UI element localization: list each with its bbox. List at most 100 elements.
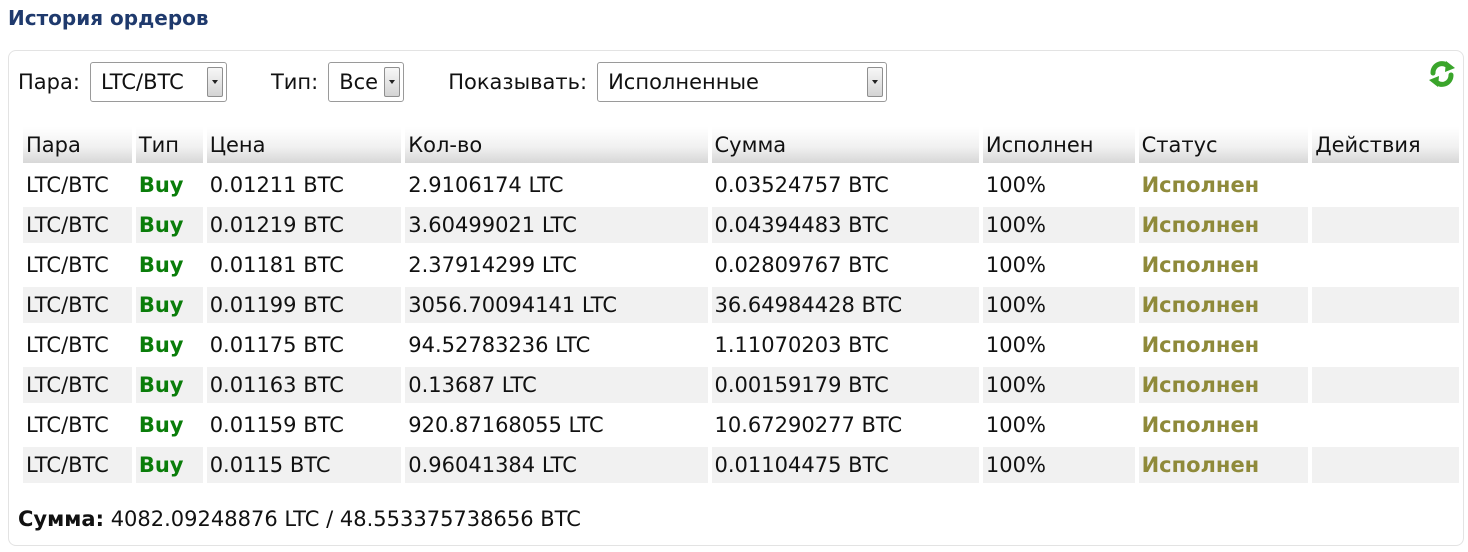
cell-status: Исполнен xyxy=(1141,173,1260,197)
table-row: LTC/BTC Buy 0.01163 BTC 0.13687 LTC 0.00… xyxy=(23,367,1459,403)
cell-status: Исполнен xyxy=(1138,287,1309,323)
cell-amount: 2.9106174 LTC xyxy=(408,173,564,197)
cell-actions xyxy=(1312,447,1459,483)
cell-amount: 2.37914299 LTC xyxy=(408,253,577,277)
cell-price: 0.01175 BTC xyxy=(209,333,344,357)
column-header-price[interactable]: Цена xyxy=(206,127,402,163)
cell-status: Исполнен xyxy=(1138,367,1309,403)
cell-price: 0.0115 BTC xyxy=(206,447,402,483)
cell-pair: LTC/BTC xyxy=(26,173,109,197)
filter-bar: Пара: LTC/BTC Тип: Все Показывать: Испол… xyxy=(18,61,888,103)
cell-pair: LTC/BTC xyxy=(23,367,132,403)
table-row: LTC/BTC Buy 0.01181 BTC 2.37914299 LTC 0… xyxy=(23,247,1459,283)
total-label: Сумма: xyxy=(18,507,104,531)
cell-type: Buy xyxy=(135,447,203,483)
table-row: LTC/BTC Buy 0.01219 BTC 3.60499021 LTC 0… xyxy=(23,207,1459,243)
cell-amount: 0.96041384 LTC xyxy=(405,447,708,483)
cell-actions xyxy=(1312,367,1459,403)
orders-table: Пара Тип Цена Кол-во Сумма Исполнен Стат… xyxy=(19,123,1463,487)
refresh-icon[interactable] xyxy=(1427,59,1457,89)
cell-amount: 3.60499021 LTC xyxy=(405,207,708,243)
cell-total: 0.04394483 BTC xyxy=(711,207,979,243)
cell-price: 0.01159 BTC xyxy=(209,413,344,437)
cell-status: Исполнен xyxy=(1141,413,1260,437)
cell-pair: LTC/BTC xyxy=(26,413,109,437)
column-header-amount[interactable]: Кол-во xyxy=(405,127,708,163)
cell-total: 0.01104475 BTC xyxy=(711,447,979,483)
cell-filled: 100% xyxy=(982,287,1135,323)
cell-total: 0.00159179 BTC xyxy=(711,367,979,403)
cell-status: Исполнен xyxy=(1138,447,1309,483)
page-title: История ордеров xyxy=(8,6,209,30)
cell-filled: 100% xyxy=(985,333,1046,357)
column-header-filled[interactable]: Исполнен xyxy=(982,127,1135,163)
cell-actions xyxy=(1312,247,1459,283)
column-header-actions[interactable]: Действия xyxy=(1312,127,1459,163)
cell-actions xyxy=(1312,167,1459,203)
cell-type: Buy xyxy=(135,287,203,323)
cell-price: 0.01163 BTC xyxy=(206,367,402,403)
cell-type: Buy xyxy=(138,253,184,277)
cell-amount: 94.52783236 LTC xyxy=(408,333,591,357)
show-filter-label: Показывать: xyxy=(448,70,588,94)
type-filter-label: Тип: xyxy=(270,70,319,94)
total-value: 4082.09248876 LTC / 48.553375738656 BTC xyxy=(110,507,581,531)
cell-total: 36.64984428 BTC xyxy=(711,287,979,323)
cell-type: Buy xyxy=(138,333,184,357)
table-row: LTC/BTC Buy 0.01199 BTC 3056.70094141 LT… xyxy=(23,287,1459,323)
cell-pair: LTC/BTC xyxy=(23,447,132,483)
cell-price: 0.01219 BTC xyxy=(206,207,402,243)
cell-total: 0.02809767 BTC xyxy=(714,253,889,277)
column-header-total[interactable]: Сумма xyxy=(711,127,979,163)
cell-filled: 100% xyxy=(985,413,1046,437)
cell-price: 0.01211 BTC xyxy=(209,173,344,197)
table-row: LTC/BTC Buy 0.0115 BTC 0.96041384 LTC 0.… xyxy=(23,447,1459,483)
orders-panel: Пара: LTC/BTC Тип: Все Показывать: Испол… xyxy=(8,50,1464,546)
cell-type: Buy xyxy=(135,367,203,403)
cell-status: Исполнен xyxy=(1141,333,1260,357)
table-header-row: Пара Тип Цена Кол-во Сумма Исполнен Стат… xyxy=(23,127,1459,163)
column-header-pair[interactable]: Пара xyxy=(23,127,132,163)
cell-amount: 920.87168055 LTC xyxy=(408,413,604,437)
cell-filled: 100% xyxy=(982,207,1135,243)
cell-type: Buy xyxy=(135,207,203,243)
cell-actions xyxy=(1312,207,1459,243)
pair-select[interactable]: LTC/BTC xyxy=(89,62,227,102)
cell-total: 0.03524757 BTC xyxy=(714,173,889,197)
column-header-type[interactable]: Тип xyxy=(135,127,203,163)
cell-actions xyxy=(1312,407,1459,443)
cell-pair: LTC/BTC xyxy=(26,333,109,357)
cell-status: Исполнен xyxy=(1141,253,1260,277)
cell-filled: 100% xyxy=(985,173,1046,197)
column-header-status[interactable]: Статус xyxy=(1138,127,1309,163)
cell-price: 0.01181 BTC xyxy=(209,253,344,277)
orders-total: Сумма: 4082.09248876 LTC / 48.5533757386… xyxy=(18,507,581,531)
type-select-value: Все xyxy=(339,70,379,94)
cell-filled: 100% xyxy=(985,253,1046,277)
cell-filled: 100% xyxy=(982,447,1135,483)
cell-pair: LTC/BTC xyxy=(26,253,109,277)
cell-filled: 100% xyxy=(982,367,1135,403)
chevron-down-icon[interactable] xyxy=(384,67,401,97)
cell-status: Исполнен xyxy=(1138,207,1309,243)
cell-total: 10.67290277 BTC xyxy=(714,413,903,437)
cell-pair: LTC/BTC xyxy=(23,207,132,243)
chevron-down-icon[interactable] xyxy=(867,67,884,97)
show-select[interactable]: Исполненные xyxy=(597,62,888,102)
cell-actions xyxy=(1312,327,1459,363)
cell-type: Buy xyxy=(138,413,184,437)
table-row: LTC/BTC Buy 0.01159 BTC 920.87168055 LTC… xyxy=(23,407,1459,443)
cell-amount: 0.13687 LTC xyxy=(405,367,708,403)
type-select[interactable]: Все xyxy=(328,62,405,102)
cell-actions xyxy=(1312,287,1459,323)
cell-price: 0.01199 BTC xyxy=(206,287,402,323)
show-select-value: Исполненные xyxy=(608,70,759,94)
pair-filter-label: Пара: xyxy=(18,70,80,94)
pair-select-value: LTC/BTC xyxy=(100,70,184,94)
chevron-down-icon[interactable] xyxy=(206,67,223,97)
cell-total: 1.11070203 BTC xyxy=(714,333,889,357)
cell-type: Buy xyxy=(138,173,184,197)
table-row: LTC/BTC Buy 0.01211 BTC 2.9106174 LTC 0.… xyxy=(23,167,1459,203)
cell-pair: LTC/BTC xyxy=(23,287,132,323)
cell-amount: 3056.70094141 LTC xyxy=(405,287,708,323)
